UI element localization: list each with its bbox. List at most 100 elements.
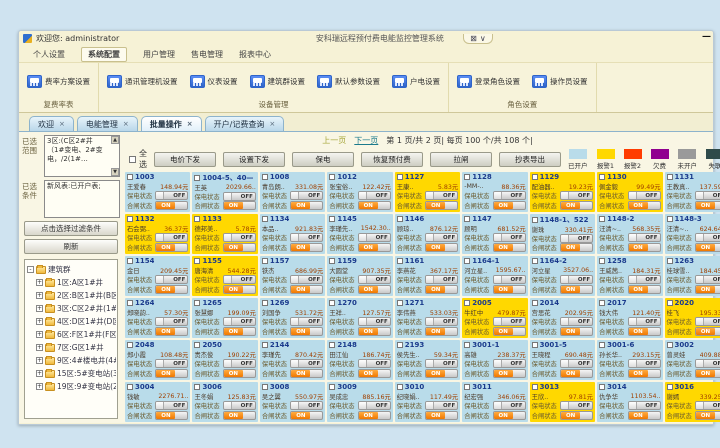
tree-item-6[interactable]: +9区:4#楼电井(4#…: [27, 354, 116, 367]
prev-page-link[interactable]: 上一页: [322, 135, 346, 146]
switch-status-toggle[interactable]: ON: [358, 285, 391, 294]
card-checkbox[interactable]: [599, 258, 605, 264]
scroll-down-icon[interactable]: ▼: [111, 168, 119, 176]
menu-item-3[interactable]: 售电管理: [191, 49, 223, 60]
card-checkbox[interactable]: [397, 258, 403, 264]
scroll-up-icon[interactable]: ▲: [111, 136, 119, 144]
meter-card[interactable]: 1012 张宝俗.. 122.42元 保电状态 OFF 合闸状态 ON: [327, 172, 392, 212]
switch-status-toggle[interactable]: ON: [695, 243, 720, 252]
card-checkbox[interactable]: [127, 174, 133, 180]
ribbon-button[interactable]: 费率方案设置: [27, 75, 90, 88]
meter-card[interactable]: 3014 仇争华 1103.54.. 保电状态 OFF 合闸状态 ON: [597, 382, 662, 422]
toolbar-button-3[interactable]: 恢复预付费: [361, 152, 423, 167]
protect-status-toggle[interactable]: OFF: [223, 317, 256, 326]
expand-icon[interactable]: +: [36, 331, 43, 338]
switch-status-toggle[interactable]: ON: [155, 201, 188, 210]
tab-0[interactable]: 欢迎×: [29, 116, 74, 131]
protect-status-toggle[interactable]: OFF: [695, 275, 720, 284]
selected-range-box[interactable]: 3区:(C区2#井（1#变电、2#变电，/2(1#… ▲ ▼: [44, 135, 120, 177]
meter-card[interactable]: 1130 佩金毅 99.49元 保电状态 OFF 合闸状态 ON: [597, 172, 662, 212]
meter-card[interactable]: 1134 本品.. 921.83元 保电状态 OFF 合闸状态 ON: [260, 214, 325, 254]
expand-icon[interactable]: +: [36, 305, 43, 312]
protect-status-toggle[interactable]: OFF: [628, 275, 661, 284]
protect-status-toggle[interactable]: OFF: [560, 275, 593, 284]
meter-card[interactable]: 1269 刘国争 531.72元 保电状态 OFF 合闸状态 ON: [260, 298, 325, 338]
meter-card[interactable]: 2017 钱大伟 121.40元 保电状态 OFF 合闸状态 ON: [597, 298, 662, 338]
meter-card[interactable]: 2144 李瑾先 870.42元 保电状态 OFF 合闸状态 ON: [260, 340, 325, 380]
switch-status-toggle[interactable]: ON: [695, 411, 720, 420]
card-checkbox[interactable]: [127, 384, 133, 390]
card-checkbox[interactable]: [464, 384, 470, 390]
card-checkbox[interactable]: [667, 300, 673, 306]
collapse-icon[interactable]: -: [27, 266, 34, 273]
card-checkbox[interactable]: [127, 300, 133, 306]
protect-status-toggle[interactable]: OFF: [358, 317, 391, 326]
card-checkbox[interactable]: [127, 342, 133, 348]
tree-item-8[interactable]: +19区:9#变电站(2…: [27, 380, 116, 393]
tree-item-2[interactable]: +3区:C区2#井(1#…: [27, 302, 116, 315]
meter-card[interactable]: 2014 宫思花 202.95元 保电状态 OFF 合闸状态 ON: [530, 298, 595, 338]
meter-card[interactable]: 1004-5、40— 王英 2029.66.. 保电状态 OFF 合闸状态 ON: [192, 172, 257, 212]
meter-card[interactable]: 1148-1、522 谢珠 330.41元 保电状态 OFF 合闸状态 ON: [530, 214, 595, 254]
ribbon-button[interactable]: 登录角色设置: [457, 75, 520, 88]
protect-status-toggle[interactable]: OFF: [628, 401, 661, 410]
switch-status-toggle[interactable]: ON: [493, 243, 526, 252]
card-checkbox[interactable]: [262, 300, 268, 306]
expand-icon[interactable]: +: [36, 344, 43, 351]
card-checkbox[interactable]: [464, 342, 470, 348]
protect-status-toggle[interactable]: OFF: [425, 359, 458, 368]
card-checkbox[interactable]: [262, 384, 268, 390]
menu-item-2[interactable]: 用户管理: [143, 49, 175, 60]
card-checkbox[interactable]: [194, 258, 200, 264]
protect-status-toggle[interactable]: OFF: [223, 233, 256, 242]
tab-3[interactable]: 开户/记费查询×: [205, 116, 285, 131]
card-checkbox[interactable]: [532, 174, 538, 180]
meter-card[interactable]: 3011 纪宏强 346.06元 保电状态 OFF 合闸状态 ON: [462, 382, 527, 422]
card-checkbox[interactable]: [464, 174, 470, 180]
tree-item-3[interactable]: +4区:D区1#井(D区…: [27, 315, 116, 328]
card-checkbox[interactable]: [194, 384, 200, 390]
card-checkbox[interactable]: [329, 258, 335, 264]
switch-status-toggle[interactable]: ON: [695, 369, 720, 378]
switch-status-toggle[interactable]: ON: [223, 201, 256, 210]
card-checkbox[interactable]: [194, 175, 200, 181]
switch-status-toggle[interactable]: ON: [358, 411, 391, 420]
switch-status-toggle[interactable]: ON: [628, 369, 661, 378]
expand-icon[interactable]: +: [36, 292, 43, 299]
switch-status-toggle[interactable]: ON: [425, 285, 458, 294]
protect-status-toggle[interactable]: OFF: [223, 401, 256, 410]
protect-status-toggle[interactable]: OFF: [290, 401, 323, 410]
switch-status-toggle[interactable]: ON: [425, 243, 458, 252]
protect-status-toggle[interactable]: OFF: [560, 359, 593, 368]
protect-status-toggle[interactable]: OFF: [695, 401, 720, 410]
meter-card[interactable]: 3001-5 王晓程 690.48元 保电状态 OFF 合闸状态 ON: [530, 340, 595, 380]
meter-card[interactable]: 1258 王威茜.. 184.31元 保电状态 OFF 合闸状态 ON: [597, 256, 662, 296]
card-checkbox[interactable]: [667, 216, 673, 222]
toolbar-button-4[interactable]: 拉闸: [430, 152, 492, 167]
meter-card[interactable]: 2193 侯先生.. 59.34元 保电状态 OFF 合闸状态 ON: [395, 340, 460, 380]
card-checkbox[interactable]: [127, 258, 133, 264]
protect-status-toggle[interactable]: OFF: [425, 233, 458, 242]
switch-status-toggle[interactable]: ON: [560, 411, 593, 420]
tree-item-1[interactable]: +2区:B区1#井(B区1…: [27, 289, 116, 302]
card-checkbox[interactable]: [667, 342, 673, 348]
protect-status-toggle[interactable]: OFF: [560, 234, 593, 243]
protect-status-toggle[interactable]: OFF: [358, 233, 391, 242]
meter-card[interactable]: 1145 李瑾先.. 1542.30.. 保电状态 OFF 合闸状态 ON: [327, 214, 392, 254]
switch-status-toggle[interactable]: ON: [223, 369, 256, 378]
protect-status-toggle[interactable]: OFF: [695, 359, 720, 368]
card-checkbox[interactable]: [194, 216, 200, 222]
card-checkbox[interactable]: [464, 300, 470, 306]
card-checkbox[interactable]: [397, 384, 403, 390]
meter-card[interactable]: 2005 牛红中 479.87元 保电状态 OFF 合闸状态 ON: [462, 298, 527, 338]
card-checkbox[interactable]: [194, 300, 200, 306]
meter-card[interactable]: 3008 吴之翼 550.97元 保电状态 OFF 合闸状态 ON: [260, 382, 325, 422]
card-checkbox[interactable]: [532, 342, 538, 348]
expand-icon[interactable]: +: [36, 318, 43, 325]
switch-status-toggle[interactable]: ON: [628, 411, 661, 420]
card-checkbox[interactable]: [532, 300, 538, 306]
protect-status-toggle[interactable]: OFF: [358, 401, 391, 410]
switch-status-toggle[interactable]: ON: [628, 327, 661, 336]
menu-item-1[interactable]: 系统配置: [81, 47, 127, 62]
tree-item-0[interactable]: +1区:A区1#井: [27, 276, 116, 289]
